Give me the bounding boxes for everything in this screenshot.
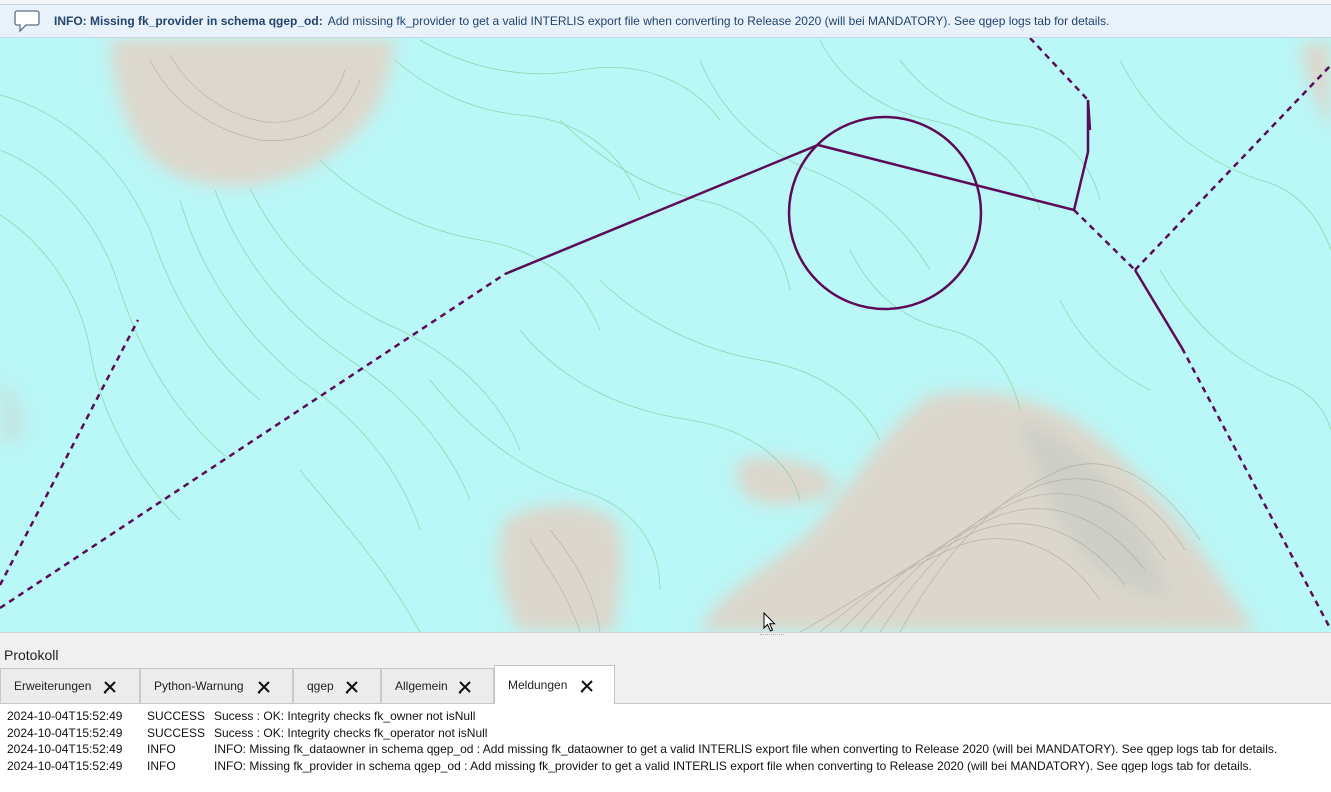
tab-python-warnung[interactable]: Python-Warnung [140,668,293,703]
log-entry: 2024-10-04T15:52:49 INFO INFO: Missing f… [0,742,1331,759]
log-entry: 2024-10-04T15:52:49 INFO INFO: Missing f… [0,759,1331,776]
qgis-window: INFO: Missing fk_provider in schema qgep… [0,0,1331,792]
close-icon[interactable] [579,678,595,694]
log-timestamp: 2024-10-04T15:52:49 [7,758,123,773]
mouse-cursor-icon [763,612,776,632]
tab-qgep[interactable]: qgep [293,668,381,703]
tab-label: Allgemein [395,679,448,693]
dock-resize-handle[interactable] [760,634,784,637]
log-message: INFO: Missing fk_provider in schema qgep… [214,758,1252,773]
log-timestamp: 2024-10-04T15:52:49 [7,742,123,756]
log-level: SUCCESS [147,709,206,723]
map-canvas[interactable] [0,38,1331,632]
tab-label: Erweiterungen [14,679,92,693]
speech-bubble-icon [14,10,40,33]
message-bar: INFO: Missing fk_provider in schema qgep… [0,4,1331,38]
tab-label: qgep [307,679,334,693]
tab-label: Meldungen [508,678,568,692]
log-message: Sucess : OK: Integrity checks fk_owner n… [214,709,476,723]
tab-erweiterungen[interactable]: Erweiterungen [0,668,140,703]
tab-meldungen[interactable]: Meldungen [494,665,615,704]
tab-allgemein[interactable]: Allgemein [381,668,494,703]
log-timestamp: 2024-10-04T15:52:49 [7,709,123,723]
close-icon[interactable] [102,679,118,695]
log-messages-panel: Protokoll Erweiterungen Python-Warnung q… [0,632,1331,792]
log-entry: 2024-10-04T15:52:49 SUCCESS Sucess : OK:… [0,709,1331,726]
panel-title: Protokoll [4,647,59,663]
log-message: Sucess : OK: Integrity checks fk_operato… [214,725,488,740]
close-icon[interactable] [457,679,473,695]
close-icon[interactable] [344,679,360,695]
log-text-area[interactable]: 2024-10-04T15:52:49 SUCCESS Sucess : OK:… [0,703,1331,792]
log-level: SUCCESS [147,725,206,740]
log-timestamp: 2024-10-04T15:52:49 [7,725,123,740]
log-level: INFO [147,758,176,773]
close-icon[interactable] [256,679,272,695]
log-message: INFO: Missing fk_dataowner in schema qge… [214,742,1278,756]
tab-label: Python-Warnung [154,679,244,693]
message-text: Add missing fk_provider to get a valid I… [327,14,1110,28]
log-entry: 2024-10-04T15:52:49 SUCCESS Sucess : OK:… [0,726,1331,743]
map-svg[interactable] [0,38,1331,632]
message-title: INFO: Missing fk_provider in schema qgep… [54,14,323,28]
log-tab-bar: Erweiterungen Python-Warnung qgep Allgem… [0,665,1331,704]
log-level: INFO [147,742,176,756]
